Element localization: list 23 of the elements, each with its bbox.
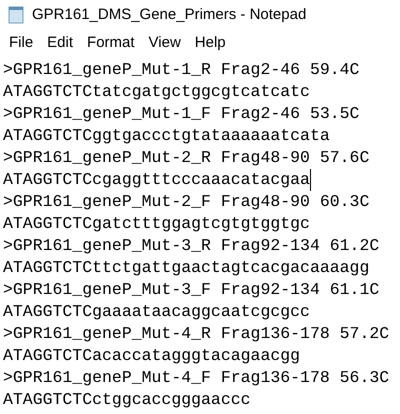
menu-item[interactable]: File <box>2 32 40 55</box>
text-line: ATAGGTCTCgatctttggagtcgtgtggtgc <box>3 213 311 235</box>
text-line: >GPR161_geneP_Mut-4_F Frag136-178 56.3C <box>3 367 390 389</box>
menu-item[interactable]: Help <box>188 32 233 55</box>
text-line: >GPR161_geneP_Mut-4_R Frag136-178 57.2C <box>3 323 390 345</box>
text-line: >GPR161_geneP_Mut-1_R Frag2-46 59.4C <box>3 59 360 81</box>
text-line: ATAGGTCTCtatcgatgctggcgtcatcatc <box>3 81 311 103</box>
text-line: ATAGGTCTCctggcaccgggaaccc <box>3 389 252 411</box>
text-line: >GPR161_geneP_Mut-2_F Frag48-90 60.3C <box>3 191 370 213</box>
text-line: >GPR161_geneP_Mut-2_R Frag48-90 57.6C <box>3 147 370 169</box>
text-line: ATAGGTCTCttctgattgaactagtcacgacaaaagg <box>3 257 370 279</box>
window-title: GPR161_DMS_Gene_Primers - Notepad <box>32 4 306 25</box>
text-line: >GPR161_geneP_Mut-3_R Frag92-134 61.2C <box>3 235 380 257</box>
text-line: >GPR161_geneP_Mut-1_F Frag2-46 53.5C <box>3 103 360 125</box>
text-line: ATAGGTCTCggtgaccctgtataaaaaatcata <box>3 125 331 147</box>
menu-item[interactable]: Format <box>80 32 142 55</box>
text-line: >GPR161_geneP_Mut-3_F Frag92-134 61.1C <box>3 279 380 301</box>
text-line: ATAGGTCTCcgaggtttcccaaacatacgaa <box>3 169 311 191</box>
menu-item[interactable]: Edit <box>40 32 80 55</box>
menu-item[interactable]: View <box>142 32 188 55</box>
notepad-icon <box>8 6 24 24</box>
text-line: ATAGGTCTCgaaaataacaggcaatcgcgcc <box>3 301 311 323</box>
text-line: ATAGGTCTCacaccatagggtacagaacgg <box>3 345 302 367</box>
